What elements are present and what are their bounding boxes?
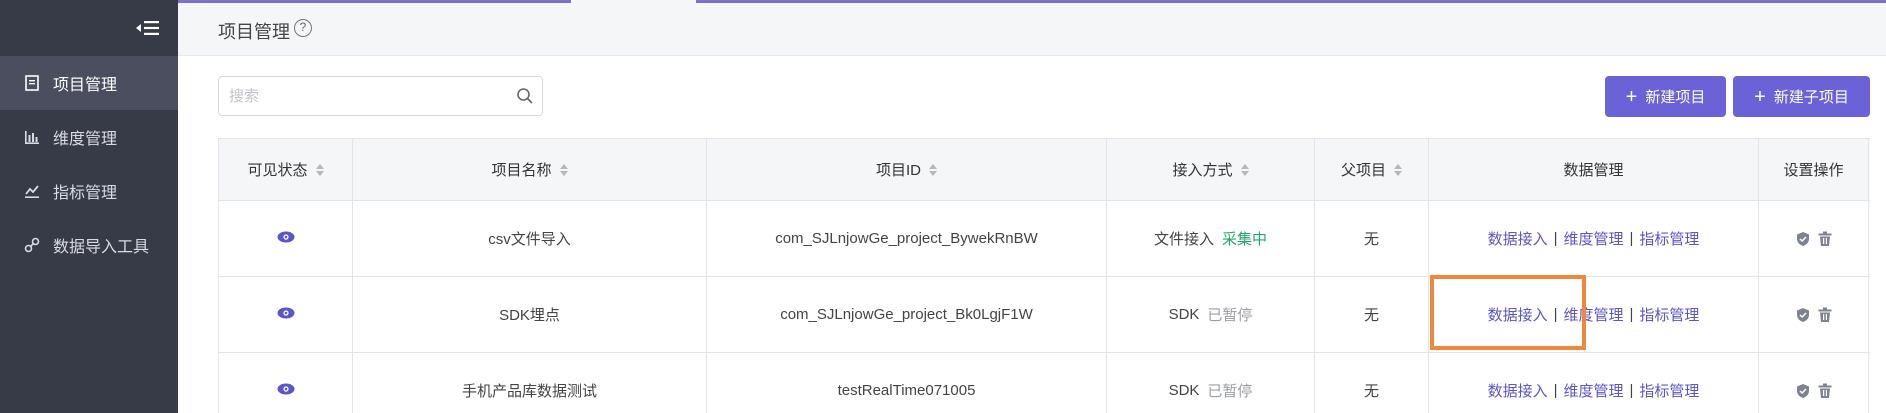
page-title: 项目管理 [218,22,290,42]
project-id: com_SJLnjowGe_project_BywekRnBW [707,201,1107,276]
dimension-management-link[interactable]: 维度管理 [1563,380,1623,401]
dimension-management-link[interactable]: 维度管理 [1563,304,1623,325]
column-header-parent[interactable]: 父项目 [1315,139,1429,200]
access-method: SDK 已暂停 [1107,353,1315,413]
status-badge: 采集中 [1222,231,1268,248]
settings-actions [1759,353,1869,413]
sidebar-item-project-management[interactable]: 项目管理 [0,56,178,110]
settings-actions [1759,201,1869,276]
metric-management-link[interactable]: 指标管理 [1639,304,1699,325]
bar-chart-icon [22,127,42,147]
new-project-label: 新建项目 [1645,89,1706,106]
trash-icon[interactable] [1817,307,1833,323]
table-row: 手机产品库数据测试 testRealTime071005 SDK 已暂停 无 数据… [219,353,1870,413]
project-name: SDK埋点 [353,277,707,352]
column-header-access-method[interactable]: 接入方式 [1107,139,1315,200]
search-box [218,76,543,116]
data-access-link[interactable]: 数据接入 [1488,380,1548,401]
shield-icon[interactable] [1795,307,1811,323]
data-access-link[interactable]: 数据接入 [1488,228,1548,249]
plus-icon: + [1625,85,1638,108]
data-management-links: 数据接入 | 维度管理 | 指标管理 [1429,353,1759,413]
sidebar-item-metric-management[interactable]: 指标管理 [0,164,178,218]
data-management-links: 数据接入 | 维度管理 | 指标管理 [1429,277,1759,352]
metric-management-link[interactable]: 指标管理 [1639,380,1699,401]
dimension-management-link[interactable]: 维度管理 [1563,228,1623,249]
sort-icon[interactable] [1240,163,1249,176]
project-name: 手机产品库数据测试 [353,353,707,413]
eye-icon[interactable] [277,306,295,323]
document-icon [22,73,42,93]
project-table: 可见状态 项目名称 项目ID 接入方式 父项目 数据管理 设置操作 csv文件导… [218,138,1870,413]
shield-icon[interactable] [1795,231,1811,247]
access-method: 文件接入 采集中 [1107,201,1315,276]
data-access-link[interactable]: 数据接入 [1488,304,1548,325]
top-accent-line [178,0,1886,3]
sort-icon[interactable] [929,163,937,176]
parent-project: 无 [1315,353,1429,413]
column-header-project-id[interactable]: 项目ID [707,139,1107,200]
trash-icon[interactable] [1817,231,1833,247]
sidebar-item-data-import-tool[interactable]: 数据导入工具 [0,218,178,272]
project-id: com_SJLnjowGe_project_Bk0LgjF1W [707,277,1107,352]
status-badge: 已暂停 [1207,383,1253,400]
metric-management-link[interactable]: 指标管理 [1639,228,1699,249]
help-icon[interactable]: ? [294,19,312,37]
plus-icon: + [1754,85,1766,108]
line-chart-icon [22,181,42,201]
eye-icon[interactable] [277,230,295,247]
parent-project: 无 [1315,201,1429,276]
column-header-settings: 设置操作 [1759,139,1869,200]
sidebar-item-label: 数据导入工具 [53,239,150,256]
project-id: testRealTime071005 [707,353,1107,413]
sidebar: 项目管理 维度管理 指标管理 数据导入工具 [0,0,178,413]
sidebar-item-label: 维度管理 [53,131,118,148]
column-header-data-management: 数据管理 [1429,139,1759,200]
status-badge: 已暂停 [1207,307,1253,324]
sort-icon[interactable] [559,163,568,176]
collapse-menu-icon[interactable] [136,18,160,38]
new-project-button[interactable]: + 新建项目 [1605,76,1726,117]
sidebar-item-dimension-management[interactable]: 维度管理 [0,110,178,164]
eye-icon[interactable] [277,382,295,399]
sort-icon[interactable] [315,163,324,176]
sidebar-item-label: 项目管理 [53,77,118,94]
data-management-links: 数据接入 | 维度管理 | 指标管理 [1429,201,1759,276]
trash-icon[interactable] [1817,383,1833,399]
shield-icon[interactable] [1795,383,1811,399]
sidebar-item-label: 指标管理 [53,185,118,202]
table-row: csv文件导入 com_SJLnjowGe_project_BywekRnBW … [219,201,1870,277]
top-bar [178,0,1886,56]
access-method: SDK 已暂停 [1107,277,1315,352]
column-header-visibility[interactable]: 可见状态 [219,139,353,200]
table-header: 可见状态 项目名称 项目ID 接入方式 父项目 数据管理 设置操作 [219,139,1870,201]
link-icon [22,235,42,255]
project-name: csv文件导入 [353,201,707,276]
search-icon[interactable] [516,87,534,105]
sort-icon[interactable] [1394,163,1402,176]
settings-actions [1759,277,1869,352]
new-subproject-label: 新建子项目 [1773,89,1849,106]
table-row: SDK埋点 com_SJLnjowGe_project_Bk0LgjF1W SD… [219,277,1870,353]
column-header-project-name[interactable]: 项目名称 [353,139,707,200]
new-subproject-button[interactable]: + 新建子项目 [1733,76,1870,117]
parent-project: 无 [1315,277,1429,352]
search-input[interactable] [219,77,499,115]
